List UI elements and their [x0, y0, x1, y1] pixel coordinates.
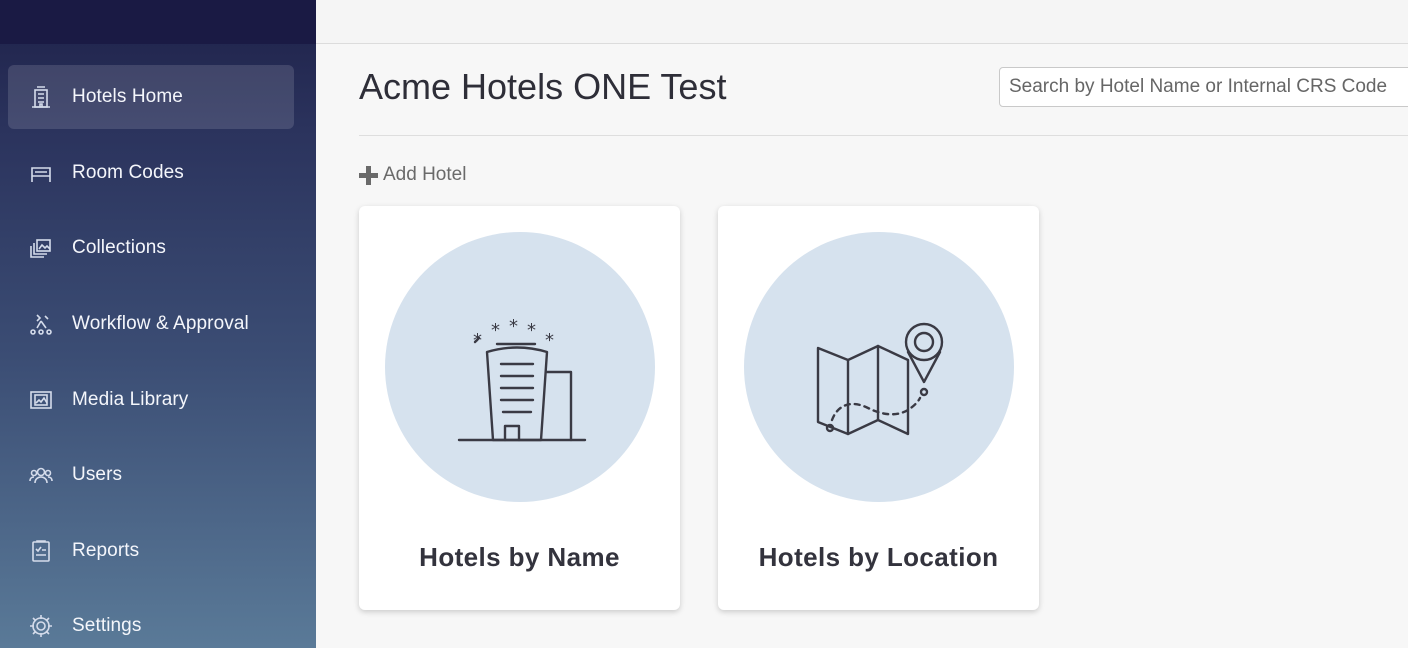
sidebar-item-label: Hotels Home [72, 86, 183, 107]
sidebar-item-label: Media Library [72, 389, 189, 410]
card-icon-circle [744, 232, 1014, 502]
hotel-building-icon: * * * * * [457, 316, 587, 442]
svg-text:*: * [491, 320, 500, 341]
sidebar-item-label: Users [72, 464, 123, 485]
sidebar-item-label: Collections [72, 237, 167, 258]
divider [359, 135, 1408, 136]
users-icon [26, 460, 56, 490]
sidebar-header [0, 0, 316, 44]
gear-icon [26, 611, 56, 641]
sidebar-item-hotels-home[interactable]: Hotels Home [8, 65, 294, 129]
sidebar: Hotels Home Room Codes Collections Workf… [0, 0, 316, 648]
reports-icon [26, 536, 56, 566]
sidebar-item-workflow[interactable]: Workflow & Approval [8, 292, 294, 356]
sidebar-item-room-codes[interactable]: Room Codes [8, 141, 294, 205]
collections-icon [26, 233, 56, 263]
page-title: Acme Hotels ONE Test [359, 66, 727, 107]
add-hotel-label: Add Hotel [383, 164, 467, 185]
svg-text:*: * [545, 330, 554, 351]
add-hotel-button[interactable]: Add Hotel [359, 164, 466, 186]
svg-text:*: * [473, 330, 482, 351]
hotels-by-location-card[interactable]: Hotels by Location [718, 206, 1039, 610]
sidebar-item-label: Reports [72, 540, 140, 561]
workflow-icon [26, 309, 56, 339]
top-bar [316, 0, 1408, 44]
sidebar-item-label: Room Codes [72, 162, 184, 183]
svg-text:*: * [509, 316, 518, 337]
hotels-by-name-card[interactable]: * * * * * Hotels by Name [359, 206, 680, 610]
sidebar-item-reports[interactable]: Reports [8, 519, 294, 583]
card-label: Hotels by Location [758, 542, 999, 572]
sidebar-item-label: Workflow & Approval [72, 313, 249, 334]
svg-text:*: * [527, 320, 536, 341]
map-pin-icon [816, 322, 944, 436]
sidebar-item-users[interactable]: Users [8, 443, 294, 507]
card-label: Hotels by Name [419, 542, 620, 572]
search-input[interactable] [999, 67, 1408, 107]
sidebar-item-label: Settings [72, 615, 142, 636]
media-icon [26, 385, 56, 415]
bed-icon [26, 158, 56, 188]
hotel-icon [26, 82, 56, 112]
sidebar-item-media-library[interactable]: Media Library [8, 368, 294, 432]
sidebar-item-settings[interactable]: Settings [8, 594, 294, 648]
card-icon-circle: * * * * * [385, 232, 655, 502]
plus-icon [359, 165, 378, 185]
sidebar-item-collections[interactable]: Collections [8, 216, 294, 280]
